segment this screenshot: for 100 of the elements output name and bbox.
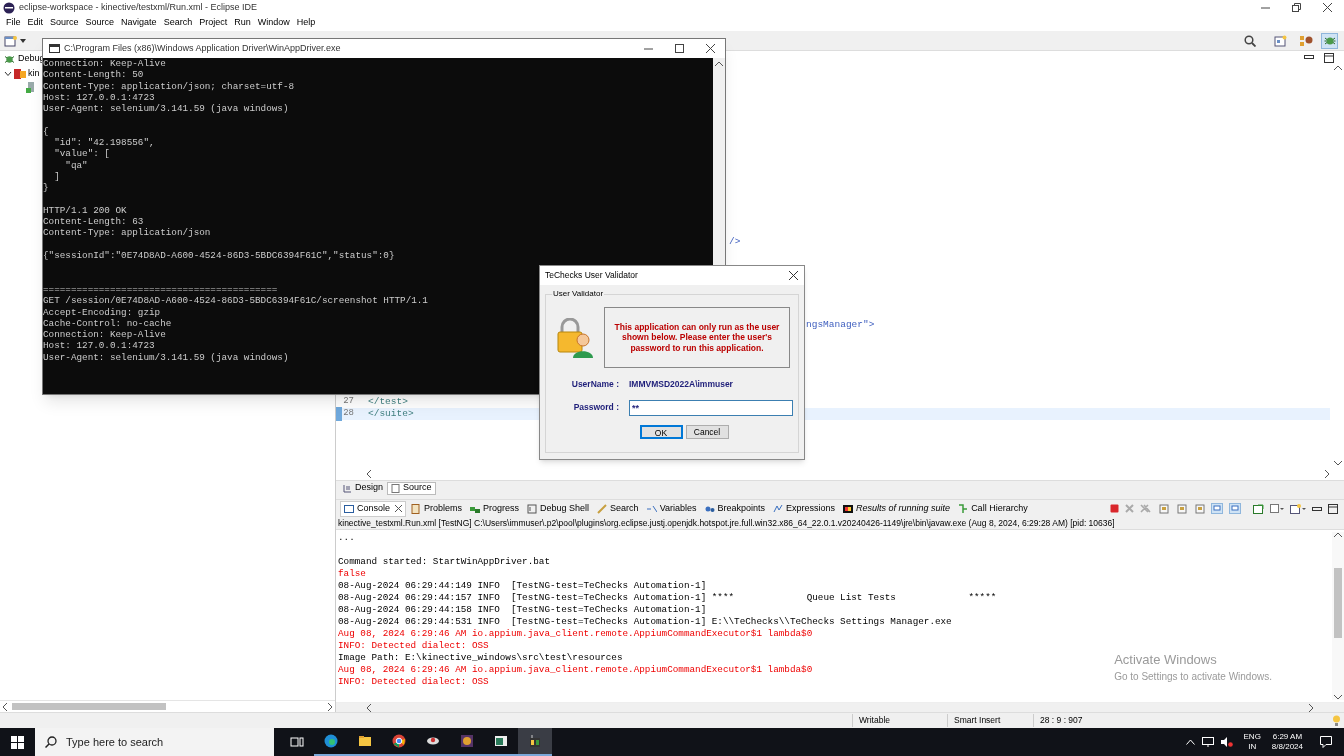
lock-user-icon (556, 317, 594, 358)
clock[interactable]: 6:29 AM 8/8/2024 (1271, 732, 1303, 752)
toolbox-icon (528, 734, 542, 748)
activation-title: Activate Windows (1114, 650, 1218, 669)
new-console-icon (1290, 503, 1306, 514)
lock-icon (1177, 503, 1187, 514)
scroll-right-icon (1324, 470, 1330, 478)
graph-icon (773, 503, 784, 514)
show-output-icon (1211, 503, 1223, 514)
chrome-icon (392, 734, 406, 748)
language-indicator[interactable]: ENG IN (1243, 732, 1261, 752)
status-field: 28 : 9 : 907 (1033, 714, 1183, 727)
app-icon (460, 734, 474, 748)
console-icon (344, 503, 354, 514)
folder-icon (358, 734, 372, 748)
menu-item[interactable]: Run (231, 16, 254, 30)
terminal-line: Accept-Encoding: gzip (43, 306, 161, 318)
terminal-line: Content-Length: 63 (43, 216, 144, 228)
scroll-right-icon (1308, 703, 1314, 712)
minimize-icon (1304, 53, 1314, 61)
menu-item[interactable]: Window (254, 16, 293, 30)
new-file-icon (4, 34, 18, 47)
dialog-button[interactable]: Cancel (685, 424, 729, 439)
search-icon (1244, 34, 1256, 47)
scroll-left-icon (366, 470, 372, 478)
menu-item[interactable]: File (3, 16, 24, 30)
terminal-line: ========================================== (43, 283, 278, 296)
menu-item[interactable]: Help (293, 16, 319, 30)
view-tab[interactable]: Expressions (770, 500, 839, 517)
terminal-line: Host: 127.0.0.1:4723 (43, 340, 155, 352)
close-icon (706, 44, 715, 53)
maximize-icon (1328, 503, 1338, 514)
design-icon (343, 483, 352, 493)
menu-item[interactable]: Source (82, 16, 118, 30)
console-line: false (338, 568, 366, 580)
console-line: ... (338, 532, 355, 544)
console-line: Aug 08, 2024 6:29:46 AM io.appium.java_client.remote.AppiumCommandExecutor$1 lambda$0 (338, 664, 813, 676)
process-icon (26, 82, 36, 94)
menu-item[interactable]: Project (196, 16, 231, 30)
hierarchy-icon (958, 503, 969, 514)
menu-item[interactable]: Source (47, 16, 82, 30)
menu-item[interactable]: Search (160, 16, 196, 30)
menu-item[interactable]: Navigate (118, 16, 160, 30)
line-number: 27 (342, 395, 355, 409)
taskbar-search-field[interactable]: Type here to search (35, 728, 274, 756)
tree-item[interactable]: kin (28, 67, 40, 81)
lightbulb-icon (1332, 715, 1341, 726)
status-field: Writable (852, 714, 947, 727)
perspective-icon (1274, 34, 1287, 47)
terminal-line: Connection: Keep-Alive (43, 58, 166, 70)
task-view-icon (290, 735, 304, 749)
menu-item[interactable]: Edit (24, 16, 47, 30)
editor-tab[interactable]: Source (387, 481, 436, 495)
password-field[interactable]: ** (629, 399, 793, 416)
view-tab[interactable]: Progress (467, 500, 523, 517)
terminal-line: } (43, 182, 49, 194)
pin-icon (1195, 503, 1205, 514)
editor-tab[interactable]: Design (340, 481, 386, 495)
clipboard-icon (411, 503, 422, 514)
console-window-icon (49, 44, 60, 53)
scroll-down-icon (1334, 460, 1342, 466)
view-tab[interactable]: Results of running suite (840, 500, 954, 517)
document-icon (391, 483, 400, 493)
console-line: 08-Aug-2024 06:29:44:158 INFO [TestNG-test=TeChecks Automation-1] (338, 604, 707, 616)
console-line: INFO: Detected dialect: OSS (338, 640, 489, 652)
terminal-line: Host: 127.0.0.1:4723 (43, 91, 155, 104)
search-icon (45, 736, 57, 748)
testng-icon (843, 503, 854, 514)
terminal-line: "id": "42.198556", (53, 137, 155, 149)
username-value: IMMVMSD2022A\immuser (629, 378, 733, 391)
console-line: 08-Aug-2024 06:29:44:157 INFO [TestNG-test=TeChecks Automation-1] **** Queue List Tests ***** (338, 592, 997, 604)
scroll-down-icon (1334, 694, 1342, 700)
view-tab[interactable]: Problems (408, 500, 466, 517)
bug-icon (4, 53, 15, 65)
view-tab[interactable]: Variables (643, 500, 700, 517)
maximize-icon (1324, 53, 1334, 63)
testng-icon (14, 68, 26, 80)
view-tab[interactable]: Call Hierarchy (955, 500, 1031, 517)
activation-text: Go to Settings to activate Windows. (1114, 670, 1272, 684)
terminal-line: Content-Type: application/json; charset=utf-8 (43, 80, 295, 92)
view-tab[interactable]: Console (340, 500, 407, 517)
scroll-up-icon (1334, 65, 1342, 71)
console-line: Image Path: E:\kinective_windows\src\test\resources (338, 652, 623, 664)
open-console-icon (1253, 503, 1264, 514)
view-tab[interactable]: Breakpoints (701, 500, 769, 517)
code-line: ngsManager"> (806, 318, 875, 332)
terminal-line: GET /session/0E74D8AD-A600-4524-86D3-5BDC6394F61C/screenshot HTTP/1.1 (43, 295, 428, 307)
dropdown-caret-icon (20, 38, 26, 43)
variables-icon (646, 503, 657, 514)
display-icon (1270, 503, 1284, 514)
restore-icon (1292, 3, 1301, 12)
debug-perspective-button[interactable] (1321, 32, 1338, 49)
view-tab[interactable]: Search (594, 500, 642, 517)
terminal-line: Connection: Keep-Alive (43, 329, 166, 341)
field-label: Password : (572, 401, 620, 415)
close-icon (1323, 3, 1332, 12)
flashlight-icon (597, 503, 608, 514)
scroll-right-icon (327, 702, 333, 711)
view-tab[interactable]: Debug Shell (524, 500, 593, 517)
dialog-button[interactable]: OK (639, 424, 683, 439)
